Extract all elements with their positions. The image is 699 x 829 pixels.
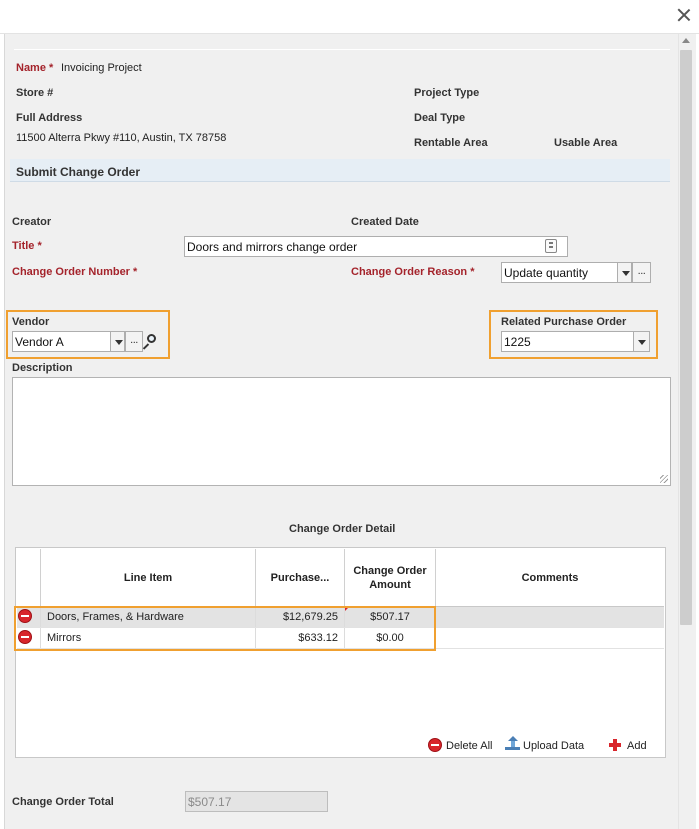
- divider: [14, 49, 670, 50]
- change-order-reason-select[interactable]: Update quantity: [501, 262, 618, 283]
- rows-highlight: [14, 606, 436, 651]
- project-type-label: Project Type: [414, 87, 480, 99]
- chevron-down-icon: [115, 340, 123, 345]
- title-label: Title *: [12, 240, 42, 252]
- store-label: Store #: [16, 87, 54, 99]
- comments-cell[interactable]: [436, 628, 664, 648]
- grid-header: Line Item Purchase... Change Order Amoun…: [17, 549, 664, 607]
- column-header-comments[interactable]: Comments: [436, 549, 664, 606]
- comments-cell[interactable]: [436, 607, 664, 627]
- reason-browse-button[interactable]: ...: [632, 262, 651, 283]
- description-textarea[interactable]: [12, 377, 671, 486]
- usable-area-label: Usable Area: [554, 137, 618, 149]
- project-name-value: Invoicing Project: [61, 62, 142, 74]
- add-button[interactable]: Add: [627, 740, 647, 752]
- full-address-value: 11500 Alterra Pkwy #110, Austin, TX 7875…: [16, 132, 227, 144]
- upload-icon[interactable]: [505, 736, 520, 751]
- deal-type-label: Deal Type: [414, 112, 466, 124]
- change-order-number-label: Change Order Number *: [12, 266, 138, 278]
- detail-title: Change Order Detail: [289, 523, 396, 535]
- vendor-label: Vendor: [12, 316, 50, 328]
- name-label: Name *: [16, 62, 54, 74]
- scroll-up-icon[interactable]: [681, 38, 691, 46]
- title-input[interactable]: Doors and mirrors change order: [184, 236, 568, 257]
- description-label: Description: [12, 362, 73, 374]
- plus-icon[interactable]: [609, 739, 621, 751]
- section-title: Submit Change Order: [16, 165, 141, 179]
- resize-handle-icon[interactable]: [660, 475, 668, 483]
- po-dropdown-button[interactable]: [633, 331, 650, 352]
- change-order-reason-label: Change Order Reason *: [351, 266, 475, 278]
- created-date-label: Created Date: [351, 216, 419, 228]
- full-address-label: Full Address: [16, 112, 83, 124]
- dialog-titlebar: [0, 0, 699, 34]
- change-order-total-field: $507.17: [185, 791, 328, 812]
- column-header-line-item[interactable]: Line Item: [41, 549, 256, 606]
- change-order-total-label: Change Order Total: [12, 796, 114, 808]
- delete-all-button[interactable]: Delete All: [446, 740, 492, 752]
- chevron-down-icon: [638, 340, 646, 345]
- vendor-dropdown-button[interactable]: [110, 331, 125, 352]
- magnifier-icon[interactable]: [142, 333, 161, 351]
- field-picker-icon[interactable]: [545, 239, 557, 253]
- column-header-amount[interactable]: Change Order Amount: [345, 549, 436, 606]
- column-header-purchase[interactable]: Purchase...: [256, 549, 345, 606]
- rentable-area-label: Rentable Area: [414, 137, 488, 149]
- related-po-label: Related Purchase Order: [501, 316, 627, 328]
- column-header-actions: [17, 549, 41, 606]
- delete-all-icon[interactable]: [428, 738, 442, 752]
- chevron-down-icon: [622, 271, 630, 276]
- close-icon[interactable]: [675, 6, 693, 24]
- upload-data-button[interactable]: Upload Data: [523, 740, 584, 752]
- vendor-select[interactable]: Vendor A: [12, 331, 111, 352]
- related-po-select[interactable]: 1225: [501, 331, 634, 352]
- scrollbar-thumb[interactable]: [680, 50, 692, 625]
- creator-label: Creator: [12, 216, 52, 228]
- vendor-browse-button[interactable]: ...: [125, 331, 143, 352]
- reason-dropdown-button[interactable]: [617, 262, 632, 283]
